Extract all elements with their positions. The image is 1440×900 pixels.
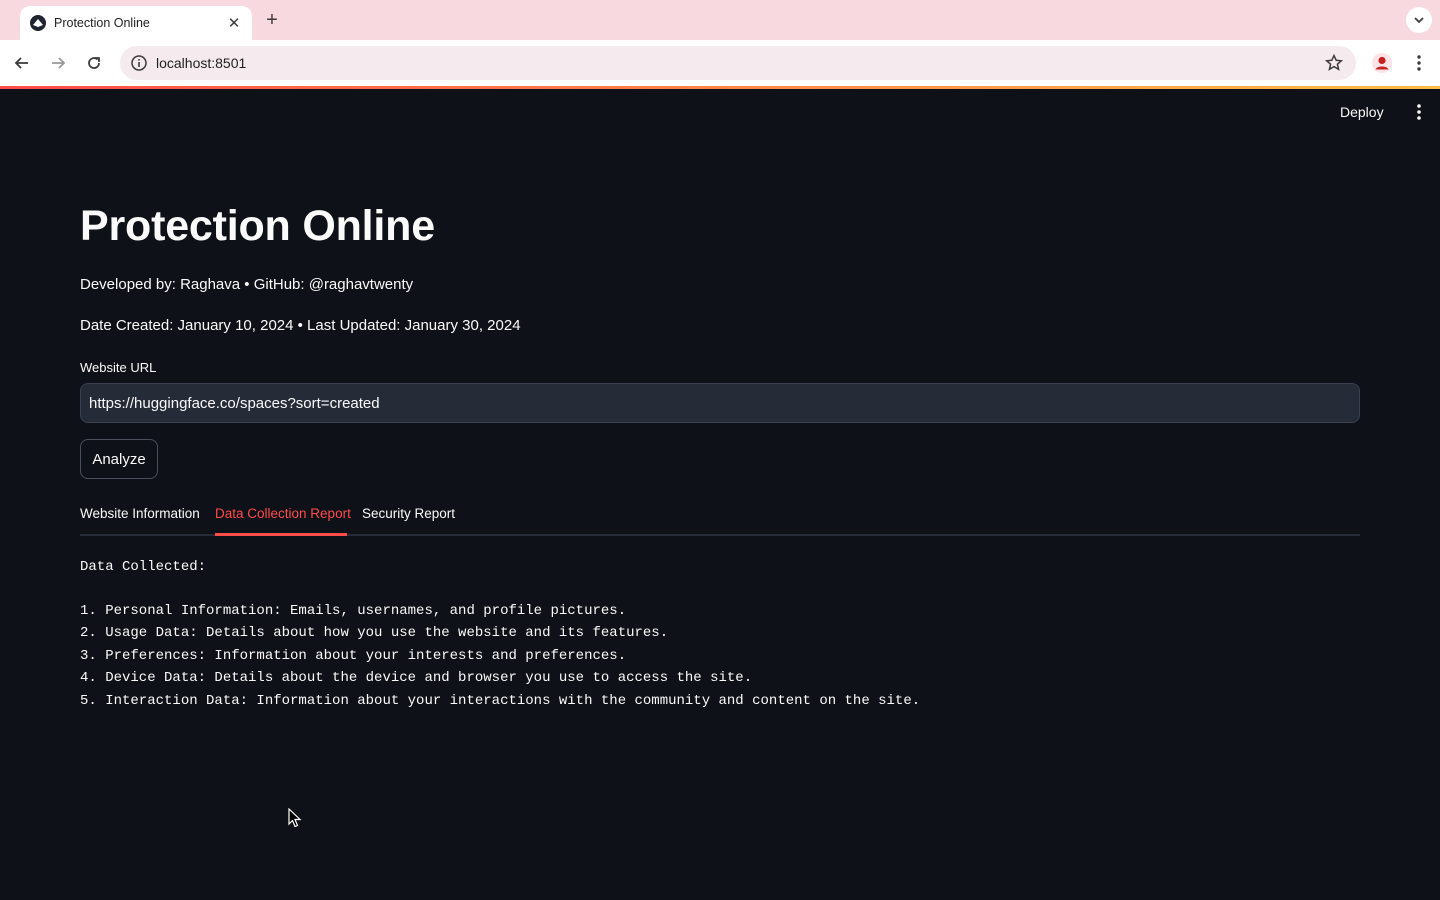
streamlit-favicon-icon [30,15,46,31]
report-tabs: Website Information Data Collection Repo… [80,500,1360,536]
tab-security-report[interactable]: Security Report [362,506,455,521]
report-spacer [80,578,920,600]
browser-tabstrip: Protection Online ✕ + [0,0,1440,40]
date-info: Date Created: January 10, 2024 • Last Up… [80,317,521,334]
browser-tab-title: Protection Online [54,16,150,30]
forward-arrow-icon[interactable] [46,51,70,75]
cursor-icon [288,807,302,828]
kebab-menu-icon[interactable] [1408,52,1430,74]
app-decoration-line [0,86,1440,89]
tab-website-information[interactable]: Website Information [80,506,200,521]
profile-icon[interactable] [1371,52,1393,74]
report-heading: Data Collected: [80,559,207,575]
analyze-button[interactable]: Analyze [80,439,158,479]
browser-tab[interactable]: Protection Online ✕ [20,6,252,40]
report-line: 1. Personal Information: Emails, usernam… [80,603,627,619]
address-bar[interactable]: localhost:8501 [120,46,1356,80]
reload-icon[interactable] [82,51,106,75]
report-line: 3. Preferences: Information about your i… [80,647,627,664]
active-tab-indicator [215,533,347,536]
kebab-menu-icon[interactable] [1408,100,1430,124]
url-input[interactable] [80,383,1360,423]
deploy-button[interactable]: Deploy [1340,100,1384,124]
report-line: 2. Usage Data: Details about how you use… [80,625,669,642]
tab-data-collection-report[interactable]: Data Collection Report [215,506,351,521]
address-url: localhost:8501 [156,55,247,71]
report-line: 5. Interaction Data: Information about y… [80,692,921,709]
report-line: 4. Device Data: Details about the device… [80,670,753,687]
star-icon[interactable] [1324,53,1344,73]
close-icon[interactable]: ✕ [224,13,244,33]
browser-toolbar: localhost:8501 [0,40,1440,86]
developer-credit: Developed by: Raghava • GitHub: @raghavt… [80,276,414,293]
plus-icon[interactable]: + [260,8,284,32]
page-title: Protection Online [80,202,435,250]
url-field-label: Website URL [80,360,157,375]
info-icon[interactable] [130,54,148,72]
data-collection-report: Data Collected: 1. Personal Information:… [80,556,920,712]
back-arrow-icon[interactable] [10,51,34,75]
chevron-down-icon[interactable] [1406,7,1432,33]
